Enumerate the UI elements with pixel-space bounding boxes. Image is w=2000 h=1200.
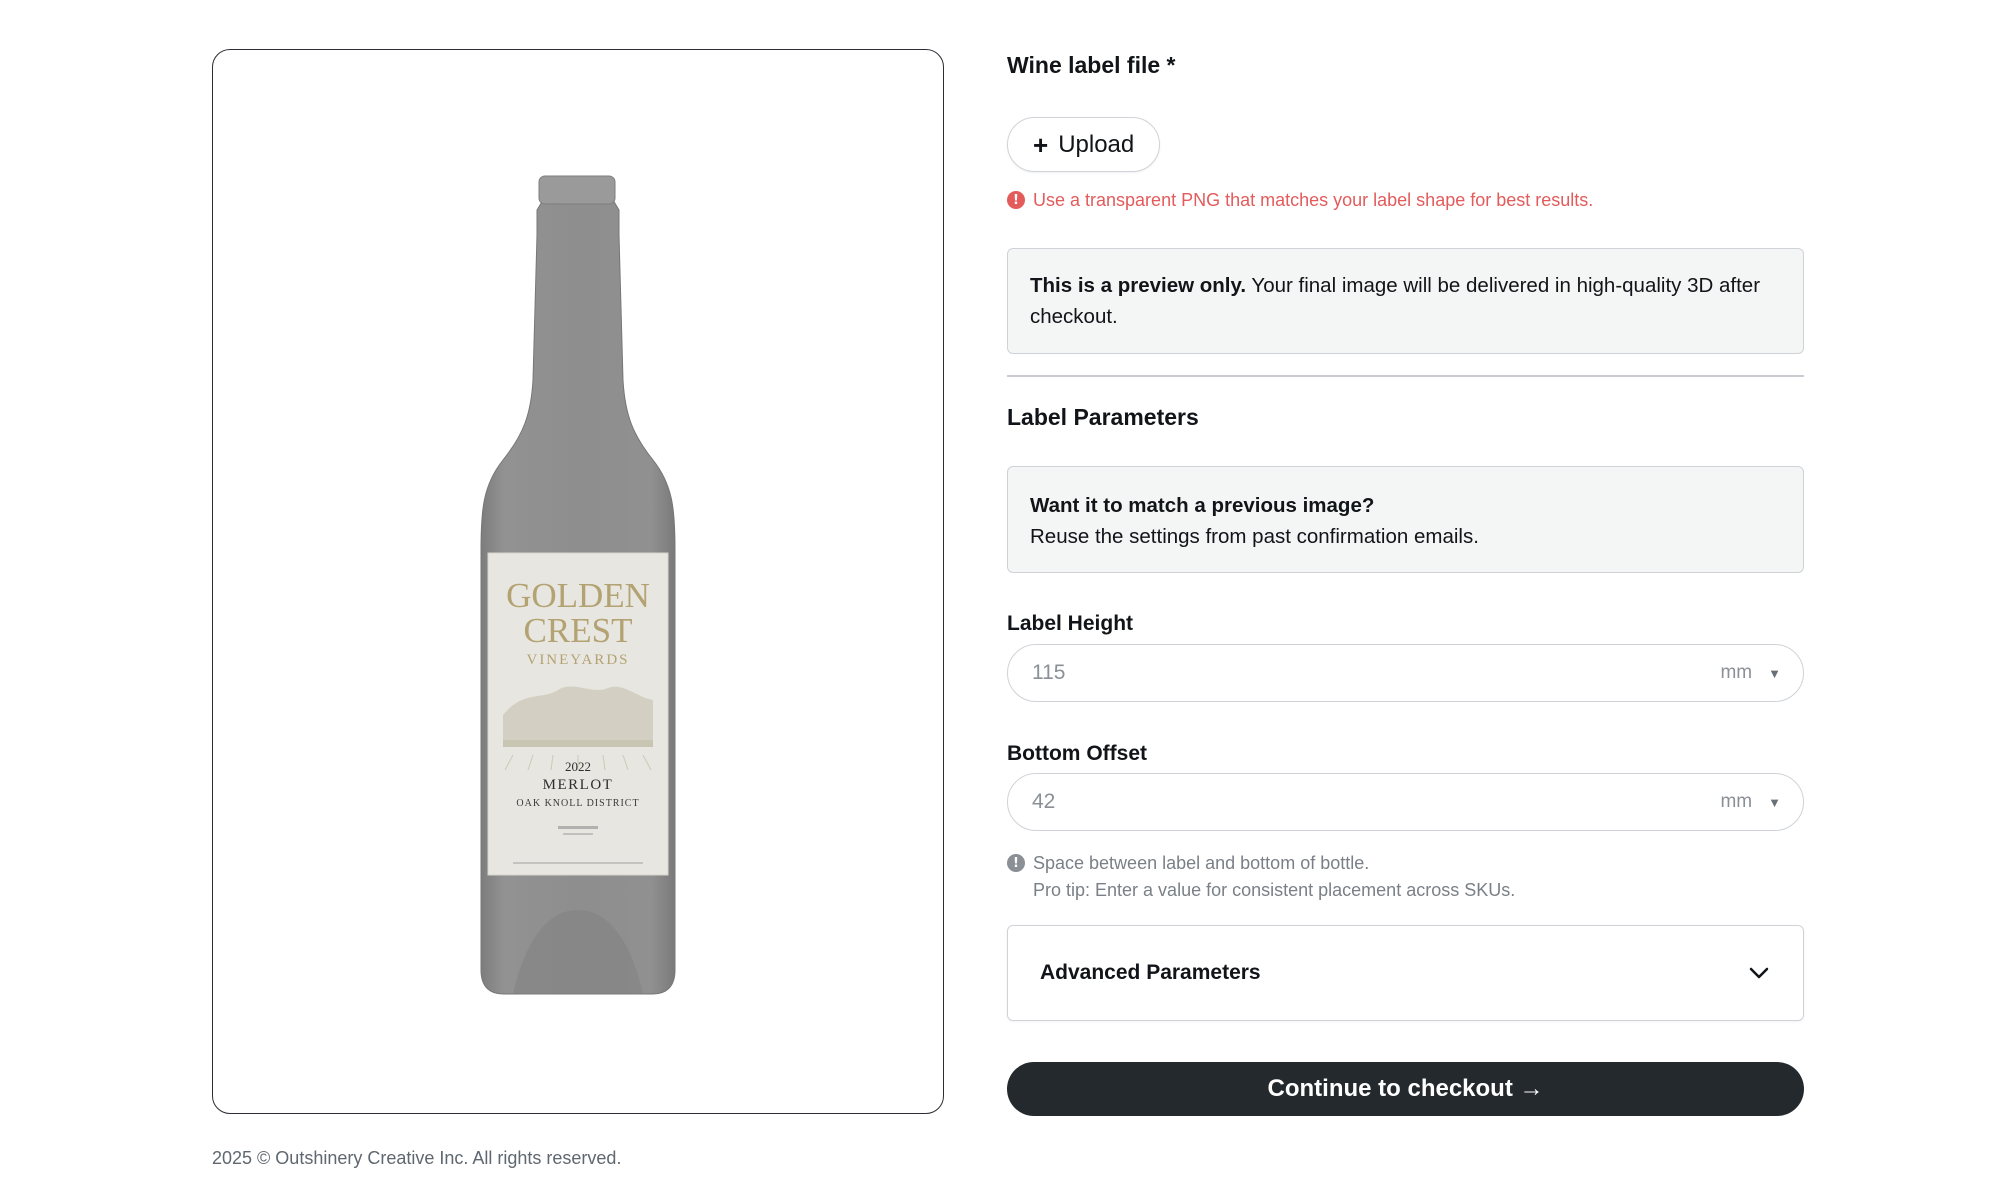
label-brand-line2: CREST bbox=[524, 611, 633, 650]
caret-down-icon: ▼ bbox=[1768, 794, 1781, 810]
offset-help-line1: Space between label and bottom of bottle… bbox=[1033, 853, 1370, 873]
bottle-preview-panel: GOLDEN CREST VINEYARDS 2022 MERLOT OAK K… bbox=[212, 49, 944, 1114]
match-previous-title: Want it to match a previous image? bbox=[1030, 494, 1375, 517]
continue-to-checkout-button[interactable]: Continue to checkout → bbox=[1007, 1062, 1804, 1116]
upload-button[interactable]: + Upload bbox=[1007, 117, 1161, 172]
label-varietal: MERLOT bbox=[543, 777, 614, 793]
bottom-offset-label: Bottom Offset bbox=[1007, 742, 1147, 765]
label-height-unit-select[interactable]: mm ▼ bbox=[1720, 662, 1781, 684]
bottom-offset-unit-select[interactable]: mm ▼ bbox=[1720, 791, 1781, 813]
bottom-offset-help: ! Space between label and bottom of bott… bbox=[1007, 850, 1515, 904]
advanced-parameters-label: Advanced Parameters bbox=[1040, 961, 1261, 984]
label-region: OAK KNOLL DISTRICT bbox=[516, 798, 639, 809]
label-brand-line1: GOLDEN bbox=[506, 576, 650, 615]
wine-bottle-render: GOLDEN CREST VINEYARDS 2022 MERLOT OAK K… bbox=[480, 175, 676, 995]
label-height-unit: mm bbox=[1720, 662, 1753, 683]
caret-down-icon: ▼ bbox=[1768, 665, 1781, 681]
bottom-offset-field: mm ▼ bbox=[1007, 773, 1804, 831]
file-hint-text: Use a transparent PNG that matches your … bbox=[1033, 190, 1594, 210]
footer-copyright: 2025 © Outshinery Creative Inc. All righ… bbox=[212, 1148, 622, 1168]
preview-notice-bold: This is a preview only. bbox=[1030, 274, 1247, 297]
label-parameters-title: Label Parameters bbox=[1007, 404, 1199, 430]
file-section-title: Wine label file * bbox=[1007, 52, 1176, 78]
plus-icon: + bbox=[1033, 129, 1049, 160]
info-icon: ! bbox=[1007, 854, 1025, 872]
preview-notice: This is a preview only. Your final image… bbox=[1007, 248, 1804, 354]
wine-label: GOLDEN CREST VINEYARDS 2022 MERLOT OAK K… bbox=[487, 552, 669, 876]
label-height-input[interactable] bbox=[1030, 660, 1721, 686]
bottom-offset-input[interactable] bbox=[1030, 789, 1721, 815]
chevron-down-icon bbox=[1749, 967, 1769, 979]
match-previous-text: Reuse the settings from past confirmatio… bbox=[1030, 525, 1479, 548]
alert-icon: ! bbox=[1007, 191, 1025, 209]
bottom-offset-unit: mm bbox=[1720, 791, 1753, 812]
section-divider bbox=[1007, 375, 1804, 377]
advanced-parameters-accordion[interactable]: Advanced Parameters bbox=[1007, 925, 1804, 1021]
offset-help-line2: Pro tip: Enter a value for consistent pl… bbox=[1033, 880, 1516, 900]
label-height-field: mm ▼ bbox=[1007, 644, 1804, 702]
file-hint: ! Use a transparent PNG that matches you… bbox=[1007, 190, 1593, 211]
match-previous-box: Want it to match a previous image? Reuse… bbox=[1007, 466, 1804, 573]
label-brand-line3: VINEYARDS bbox=[526, 652, 629, 668]
upload-button-label: Upload bbox=[1058, 130, 1135, 158]
label-height-label: Label Height bbox=[1007, 612, 1134, 635]
label-year: 2022 bbox=[565, 759, 591, 774]
